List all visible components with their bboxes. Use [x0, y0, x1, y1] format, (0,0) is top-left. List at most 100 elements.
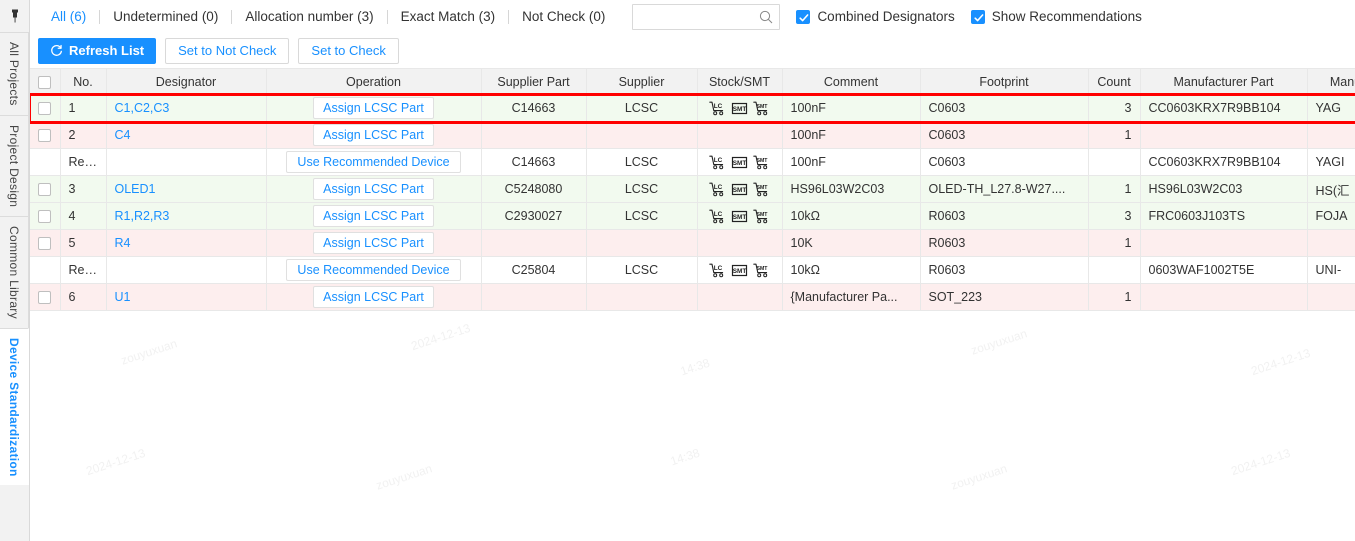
cart-lc-icon[interactable]: LC — [709, 182, 726, 197]
table-header: No. Designator Operation Supplier Part S… — [30, 68, 1355, 95]
cell-designator[interactable]: OLED1 — [106, 175, 267, 203]
cart-smt-icon[interactable]: SMT — [753, 263, 770, 278]
table-row[interactable]: 6 U1 Assign LCSC Part {Manufacturer Pa... SO… — [30, 283, 1355, 311]
assign-lcsc-part-button[interactable]: Assign LCSC Part — [313, 286, 434, 308]
header-no[interactable]: No. — [60, 68, 107, 95]
designator-link[interactable]: C1,C2,C3 — [115, 101, 170, 115]
smt-box-icon[interactable]: SMT — [731, 182, 748, 197]
pin-button[interactable] — [0, 0, 29, 32]
checkmark-icon[interactable] — [970, 9, 985, 24]
filter-tab-not-check-0[interactable]: Not Check (0) — [509, 7, 618, 27]
recommendation-row[interactable]: Rec... Use Recommended Device C14663 LCSC LC… — [30, 148, 1355, 176]
assign-lcsc-part-button[interactable]: Assign LCSC Part — [313, 97, 434, 119]
cell-designator[interactable]: C1,C2,C3 — [106, 94, 267, 122]
designator-link[interactable]: OLED1 — [115, 182, 156, 196]
header-manufacturer[interactable]: Manu — [1307, 68, 1355, 95]
assign-lcsc-part-button[interactable]: Assign LCSC Part — [313, 232, 434, 254]
set-to-not-check-button[interactable]: Set to Not Check — [165, 37, 290, 64]
designator-link[interactable]: U1 — [115, 290, 131, 304]
cart-smt-icon[interactable]: SMT — [753, 209, 770, 224]
cell-designator[interactable]: C4 — [106, 121, 267, 149]
recommendation-row[interactable]: Rec... Use Recommended Device C25804 LCSC LC… — [30, 256, 1355, 284]
row-checkbox[interactable] — [38, 237, 52, 251]
filter-tab-undetermined-0[interactable]: Undetermined (0) — [100, 7, 231, 27]
cell-manufacturer — [1307, 283, 1355, 311]
set-to-check-button[interactable]: Set to Check — [298, 37, 399, 64]
search-icon[interactable] — [759, 10, 773, 24]
header-count[interactable]: Count — [1088, 68, 1141, 95]
header-stock-smt[interactable]: Stock/SMT — [697, 68, 783, 95]
filter-tab-exact-match-3[interactable]: Exact Match (3) — [388, 7, 509, 27]
cell-footprint: R0603 — [920, 229, 1089, 257]
cart-smt-icon[interactable]: SMT — [753, 101, 770, 116]
search-input[interactable] — [633, 4, 752, 29]
use-recommended-device-button[interactable]: Use Recommended Device — [286, 259, 461, 281]
cell-designator[interactable]: R4 — [106, 229, 267, 257]
sidebar-tab-common-library[interactable]: Common Library — [0, 215, 29, 329]
table-row[interactable]: 5 R4 Assign LCSC Part 10K R0603 1 — [30, 229, 1355, 257]
sidebar-tab-project-design[interactable]: Project Design — [0, 114, 29, 217]
sidebar-tab-all-projects[interactable]: All Projects — [0, 32, 29, 116]
cell-designator[interactable]: R1,R2,R3 — [106, 202, 267, 230]
filter-tab-all-6[interactable]: All (6) — [38, 7, 99, 27]
smt-box-icon[interactable]: SMT — [731, 155, 748, 170]
table-row[interactable]: 1 C1,C2,C3 Assign LCSC Part C14663 LCSC LC SMT… — [30, 94, 1355, 122]
header-manufacturer-part[interactable]: Manufacturer Part — [1140, 68, 1308, 95]
row-select-cell[interactable] — [30, 175, 61, 203]
table-row[interactable]: 2 C4 Assign LCSC Part 100nF C0603 1 — [30, 121, 1355, 149]
header-footprint[interactable]: Footprint — [920, 68, 1089, 95]
header-operation[interactable]: Operation — [266, 68, 482, 95]
cart-lc-icon[interactable]: LC — [709, 209, 726, 224]
smt-box-icon[interactable]: SMT — [731, 101, 748, 116]
checkbox-combined-designators[interactable]: Combined Designators — [796, 9, 955, 24]
cart-smt-icon[interactable]: SMT — [753, 182, 770, 197]
use-recommended-device-button[interactable]: Use Recommended Device — [286, 151, 461, 173]
cell-supplier-part — [481, 121, 587, 149]
svg-text:SMT: SMT — [757, 158, 769, 164]
row-select-cell[interactable] — [30, 94, 61, 122]
row-checkbox[interactable] — [38, 183, 52, 197]
cell-count — [1088, 256, 1141, 284]
designator-link[interactable]: C4 — [115, 128, 131, 142]
row-select-cell[interactable] — [30, 202, 61, 230]
sidebar-tab-device-standardization[interactable]: Device Standardization — [0, 327, 29, 487]
designator-link[interactable]: R4 — [115, 236, 131, 250]
row-checkbox[interactable] — [38, 102, 52, 116]
row-checkbox[interactable] — [38, 129, 52, 143]
table-row[interactable]: 3 OLED1 Assign LCSC Part C5248080 LCSC LC SMT S… — [30, 175, 1355, 203]
refresh-list-button[interactable]: Refresh List — [38, 37, 157, 64]
row-select-cell[interactable] — [30, 121, 61, 149]
smt-box-icon[interactable]: SMT — [731, 209, 748, 224]
checkbox-show-recommendations[interactable]: Show Recommendations — [970, 9, 1142, 24]
cell-designator[interactable]: U1 — [106, 283, 267, 311]
designator-link[interactable]: R1,R2,R3 — [115, 209, 170, 223]
search-box[interactable] — [632, 3, 781, 30]
cart-lc-icon[interactable]: LC — [709, 101, 726, 116]
header-supplier-part[interactable]: Supplier Part — [481, 68, 587, 95]
header-supplier[interactable]: Supplier — [586, 68, 698, 95]
select-all-checkbox[interactable] — [38, 75, 52, 89]
assign-lcsc-part-button[interactable]: Assign LCSC Part — [313, 124, 434, 146]
header-designator[interactable]: Designator — [106, 68, 267, 95]
checkmark-icon[interactable] — [796, 9, 811, 24]
cell-designator — [106, 148, 267, 176]
row-checkbox[interactable] — [38, 210, 52, 224]
svg-text:SMT: SMT — [757, 212, 769, 218]
row-select-cell[interactable] — [30, 283, 61, 311]
table-row[interactable]: 4 R1,R2,R3 Assign LCSC Part C2930027 LCSC LC S… — [30, 202, 1355, 230]
filter-tab-allocation-number-3[interactable]: Allocation number (3) — [232, 7, 386, 27]
smt-box-icon[interactable]: SMT — [731, 263, 748, 278]
assign-lcsc-part-button[interactable]: Assign LCSC Part — [313, 178, 434, 200]
row-select-cell[interactable] — [30, 229, 61, 257]
header-comment[interactable]: Comment — [782, 68, 921, 95]
cart-lc-icon[interactable]: LC — [709, 155, 726, 170]
cell-supplier-part: C14663 — [481, 94, 587, 122]
header-select-all[interactable] — [30, 68, 61, 95]
cell-supplier — [586, 283, 698, 311]
cell-operation: Assign LCSC Part — [266, 175, 482, 203]
row-select-cell — [30, 256, 61, 284]
row-checkbox[interactable] — [38, 291, 52, 305]
cart-lc-icon[interactable]: LC — [709, 263, 726, 278]
assign-lcsc-part-button[interactable]: Assign LCSC Part — [313, 205, 434, 227]
cart-smt-icon[interactable]: SMT — [753, 155, 770, 170]
